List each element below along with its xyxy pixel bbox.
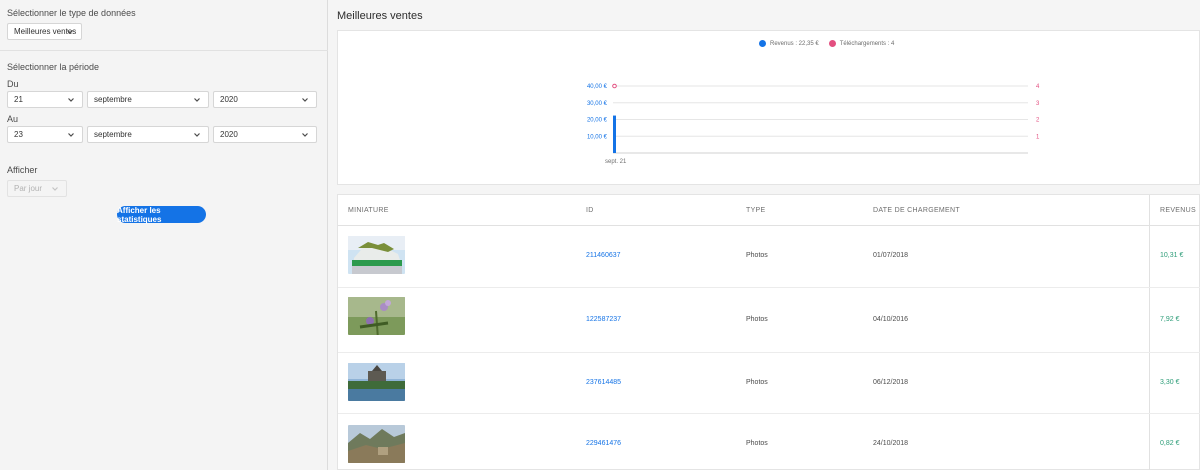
column-header-upload-date[interactable]: DATE DE CHARGEMENT [873,207,960,214]
row-type: Photos [746,252,768,259]
row-upload-date: 04/10/2016 [873,316,909,323]
to-day-value: 23 [14,130,23,139]
row-type: Photos [746,379,768,386]
chevron-down-icon [52,187,58,191]
to-label: Au [7,114,19,124]
row-upload-date: 06/12/2018 [873,379,909,386]
row-upload-date: 24/10/2018 [873,440,909,447]
data-type-select[interactable]: Meilleures ventes [7,23,82,40]
y-right-tick-label: 4 [1036,84,1040,90]
y-left-tick-label: 30,00 € [587,101,608,107]
chevron-down-icon [194,133,200,137]
row-type: Photos [746,440,768,447]
y-right-tick-label: 1 [1036,134,1040,140]
row-id-link[interactable]: 237614485 [586,379,621,386]
legend-item-revenue[interactable]: Revenus : 22,35 € [759,40,819,47]
thumbnail-image[interactable] [348,236,405,274]
chart-card: 10,00 € 20,00 € 30,00 € 40,00 € 1 2 3 4 sept. 21 [337,30,1200,185]
chevron-down-icon [67,30,73,34]
row-revenue: 10,31 € [1160,252,1184,259]
y-left-tick-label: 20,00 € [587,118,608,124]
thumbnail-image[interactable] [348,297,405,335]
revenue-bar [613,115,616,153]
to-month-select[interactable]: septembre [87,126,209,143]
chevron-down-icon [68,98,74,102]
row-id-link[interactable]: 229461476 [586,440,621,447]
to-year-value: 2020 [220,130,238,139]
thumbnail-image[interactable] [348,425,405,463]
from-day-select[interactable]: 21 [7,91,83,108]
display-label: Afficher [7,165,38,175]
from-year-select[interactable]: 2020 [213,91,317,108]
revenue-dot-icon [759,40,766,47]
row-revenue: 7,92 € [1160,316,1180,323]
to-year-select[interactable]: 2020 [213,126,317,143]
chevron-down-icon [194,98,200,102]
from-label: Du [7,79,19,89]
period-label: Sélectionner la période [7,62,100,72]
thumbnail-image[interactable] [348,363,405,401]
sales-chart: 10,00 € 20,00 € 30,00 € 40,00 € 1 2 3 4 sept. 21 [587,83,1040,165]
legend-revenue-label: Revenus : 22,35 € [770,40,819,47]
chevron-down-icon [302,133,308,137]
downloads-point [612,83,617,89]
to-day-select[interactable]: 23 [7,126,83,143]
row-type: Photos [746,316,768,323]
divider [0,50,328,51]
chevron-down-icon [302,98,308,102]
chart-legend: Revenus : 22,35 € Téléchargements : 4 [759,40,894,47]
best-sellers-table: MINIATURE ID TYPE DATE DE CHARGEMENT REV… [337,194,1200,470]
y-right-tick-label: 3 [1036,101,1040,107]
revenue-column-divider [1149,195,1150,470]
legend-item-downloads[interactable]: Téléchargements : 4 [828,40,895,47]
downloads-dot-icon [828,40,836,47]
column-header-type[interactable]: TYPE [746,207,765,214]
from-day-value: 21 [14,95,23,104]
display-value: Par jour [14,184,43,193]
column-header-thumbnail[interactable]: MINIATURE [348,207,389,214]
from-month-select[interactable]: septembre [87,91,209,108]
page-title: Meilleures ventes [337,10,423,22]
column-header-id[interactable]: ID [586,207,594,214]
row-revenue: 3,30 € [1160,379,1180,386]
filters-sidebar: Sélectionner le type de données Meilleur… [0,0,328,470]
row-divider [338,287,1200,288]
y-right-tick-label: 2 [1036,118,1040,124]
data-type-label: Sélectionner le type de données [7,8,136,18]
row-id-link[interactable]: 211460637 [586,252,621,259]
chevron-down-icon [68,133,74,137]
to-month-value: septembre [94,130,132,139]
row-divider [338,352,1200,353]
x-tick-label: sept. 21 [605,159,627,165]
display-select[interactable]: Par jour [7,180,67,197]
from-month-value: septembre [94,95,132,104]
y-left-tick-label: 40,00 € [587,84,608,90]
legend-downloads-label: Téléchargements : 4 [839,40,895,47]
row-id-link[interactable]: 122587237 [586,316,621,323]
from-year-value: 2020 [220,95,238,104]
row-divider [338,413,1200,414]
show-statistics-button[interactable]: Afficher les statistiques [117,206,206,224]
header-divider [338,225,1200,226]
row-revenue: 0,82 € [1160,440,1180,447]
y-left-tick-label: 10,00 € [587,134,608,140]
column-header-revenue[interactable]: REVENUS [1160,207,1196,214]
row-upload-date: 01/07/2018 [873,252,909,259]
